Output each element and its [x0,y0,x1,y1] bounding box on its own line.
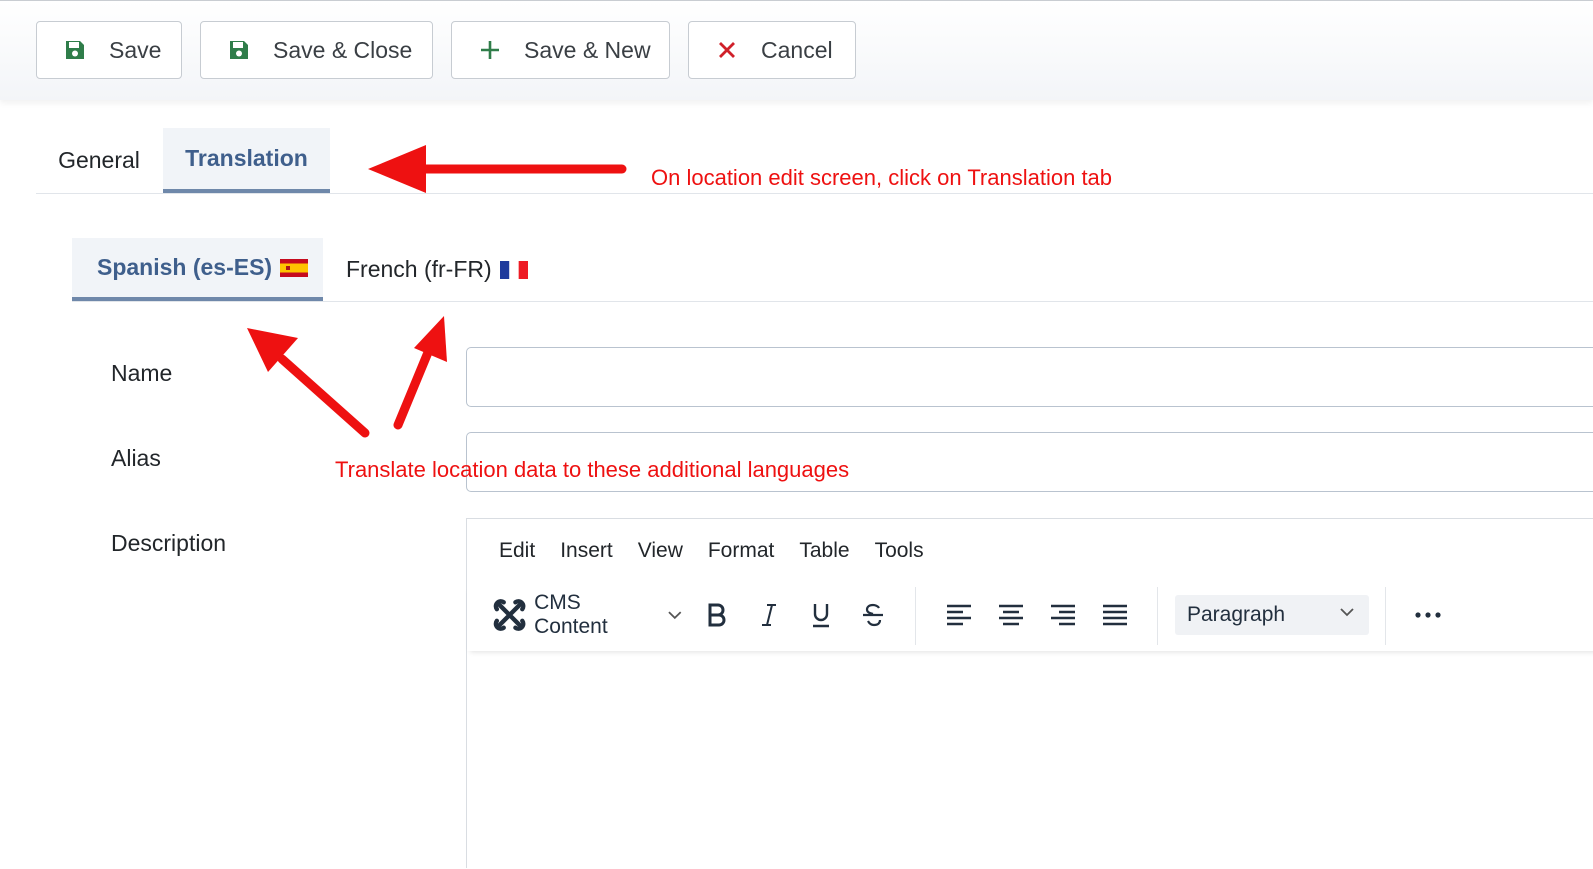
cancel-label: Cancel [761,36,833,63]
spain-flag-icon [280,258,309,277]
menu-edit[interactable]: Edit [499,539,535,573]
name-input[interactable] [466,347,1593,407]
align-justify-button[interactable] [1101,597,1129,633]
save-label: Save [109,36,162,63]
tab-spanish-label: Spanish (es-ES) [97,254,273,280]
cms-content-label: CMS Content [534,591,608,638]
annotation-tab-hint: On location edit screen, click on Transl… [651,165,1113,190]
cancel-button[interactable]: Cancel [688,21,856,79]
language-tabs: Spanish (es-ES) French (fr-FR) [72,238,1593,302]
toolbar-divider [915,587,916,645]
underline-icon [813,604,829,628]
description-editor: Edit Insert View Format Table Tools CMS … [466,518,1593,868]
editor-toolbar: CMS Content Paragraph [467,583,1593,651]
align-center-button[interactable] [997,597,1025,633]
description-label: Description [111,530,227,556]
italic-icon [762,604,776,626]
bold-icon [708,603,726,627]
name-label: Name [111,360,173,386]
alias-label: Alias [111,445,161,471]
block-format-select[interactable]: Paragraph [1175,595,1369,635]
tab-spanish[interactable]: Spanish (es-ES) [72,238,323,301]
save-button[interactable]: Save [36,21,182,79]
cms-content-button[interactable]: CMS Content [491,591,683,638]
save-icon [63,38,87,62]
save-new-button[interactable]: Save & New [451,21,670,79]
save-icon [227,38,251,62]
tab-general[interactable]: General [36,128,162,193]
tab-general-label: General [58,147,140,173]
italic-button[interactable] [755,597,783,633]
tab-french[interactable]: French (fr-FR) [324,238,564,301]
more-button[interactable] [1413,597,1443,633]
editor-content-area[interactable] [467,651,1593,869]
save-close-button[interactable]: Save & Close [200,21,433,79]
align-center-icon [999,604,1023,626]
close-icon [715,38,739,62]
toolbar-divider [1385,587,1386,645]
editor-menubar: Edit Insert View Format Table Tools [467,539,924,573]
bold-button[interactable] [703,597,731,633]
menu-format[interactable]: Format [708,539,775,573]
chevron-down-icon [668,611,682,620]
france-flag-icon [499,260,528,279]
menu-view[interactable]: View [638,539,683,573]
save-new-label: Save & New [524,36,651,63]
menu-insert[interactable]: Insert [560,539,613,573]
underline-button[interactable] [807,597,835,633]
toolbar: Save Save & Close Save & New Cancel [0,0,1593,100]
strikethrough-button[interactable] [859,597,887,633]
align-justify-icon [1103,604,1127,626]
tab-translation-label: Translation [185,145,308,171]
align-right-button[interactable] [1049,597,1077,633]
joomla-icon [493,599,526,631]
tab-french-label: French (fr-FR) [346,256,492,282]
save-close-label: Save & Close [273,36,413,63]
tab-translation[interactable]: Translation [163,128,330,193]
align-left-button[interactable] [945,597,973,633]
align-left-icon [947,604,971,626]
menu-tools[interactable]: Tools [875,539,924,573]
chevron-down-icon [1340,608,1354,617]
plus-icon [478,38,502,62]
annotation-language-hint: Translate location data to these additio… [335,457,850,482]
menu-table[interactable]: Table [799,539,849,573]
more-icon [1415,612,1441,618]
strikethrough-icon [863,603,883,627]
block-format-value: Paragraph [1187,603,1286,626]
toolbar-divider [1157,587,1158,645]
align-right-icon [1051,604,1075,626]
